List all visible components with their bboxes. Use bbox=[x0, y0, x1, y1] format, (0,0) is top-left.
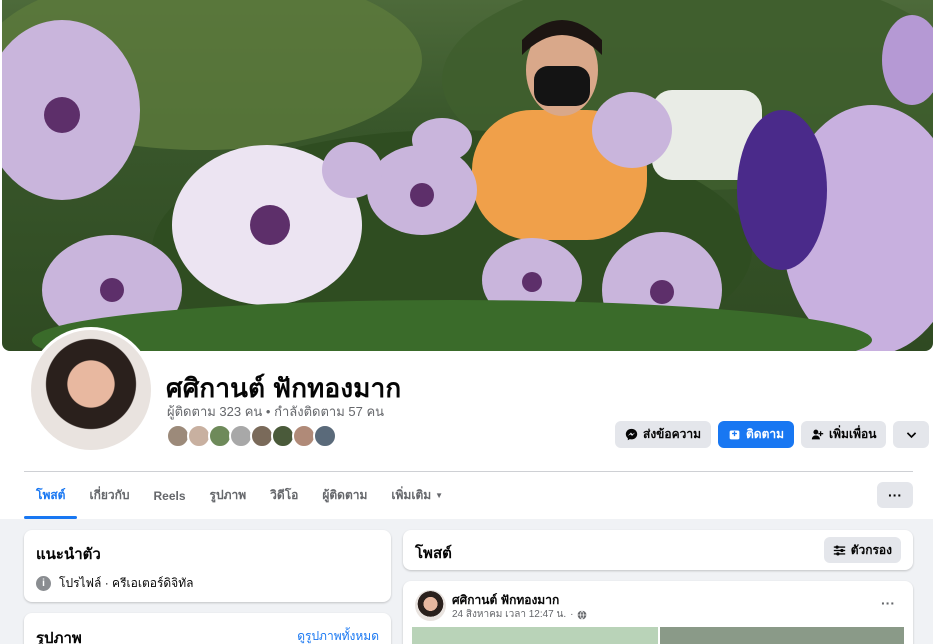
ellipsis-icon: ··· bbox=[888, 487, 902, 503]
profile-actions: ส่งข้อความ ติดตาม เพิ่มเพื่อน bbox=[615, 421, 930, 448]
friend-avatars bbox=[166, 424, 337, 448]
tab-about[interactable]: เกี่ยวกับ bbox=[77, 473, 141, 518]
intro-title: แนะนำตัว bbox=[36, 546, 101, 563]
profile-tabs: โพสต์ เกี่ยวกับ Reels รูปภาพ วิดีโอ ผู้ต… bbox=[24, 473, 455, 519]
tab-reels[interactable]: Reels bbox=[142, 473, 198, 518]
header-divider bbox=[24, 471, 913, 472]
tab-label: วิดีโอ bbox=[270, 488, 299, 502]
post-card: ศศิกานต์ ฟักทองมาก 24 สิงหาคม เวลา 12:47… bbox=[403, 581, 913, 644]
tab-followers[interactable]: ผู้ติดตาม bbox=[310, 473, 379, 518]
chevron-down-icon bbox=[906, 432, 917, 439]
post-image-right[interactable] bbox=[660, 627, 904, 644]
posts-header-card: โพสต์ ตัวกรอง bbox=[403, 530, 913, 570]
tab-photos[interactable]: รูปภาพ bbox=[198, 473, 259, 518]
add-friend-icon bbox=[811, 429, 824, 440]
intro-card: แนะนำตัว i โปรไฟล์ · ครีเอเตอร์ดิจิทัล bbox=[24, 530, 391, 602]
message-button[interactable]: ส่งข้อความ bbox=[615, 421, 712, 448]
filter-icon bbox=[833, 544, 845, 556]
intro-info-row: i โปรไฟล์ · ครีเอเตอร์ดิจิทัล bbox=[36, 574, 193, 593]
post-author-avatar[interactable] bbox=[415, 590, 446, 621]
tab-posts[interactable]: โพสต์ bbox=[24, 473, 78, 519]
tab-videos[interactable]: วิดีโอ bbox=[258, 473, 310, 518]
avatar-image bbox=[31, 330, 151, 450]
friend-avatar[interactable] bbox=[313, 424, 337, 448]
tab-label: เกี่ยวกับ bbox=[89, 488, 130, 502]
post-image-left[interactable] bbox=[412, 627, 658, 644]
follow-label: ติดตาม bbox=[746, 427, 785, 441]
tab-label: เพิ่มเติม bbox=[391, 488, 432, 502]
cover-photo[interactable] bbox=[2, 0, 933, 351]
tab-label: โพสต์ bbox=[36, 488, 66, 502]
follow-icon bbox=[729, 430, 740, 440]
post-meta: 24 สิงหาคม เวลา 12:47 น. · bbox=[452, 607, 587, 622]
photos-title: รูปภาพ bbox=[36, 630, 82, 644]
tab-label: รูปภาพ bbox=[209, 488, 247, 502]
profile-header: ศศิกานต์ ฟักทองมาก ผู้ติดตาม 323 คน • กำ… bbox=[0, 0, 933, 519]
filter-label: ตัวกรอง bbox=[850, 542, 892, 557]
tab-label: ผู้ติดตาม bbox=[322, 488, 368, 502]
caret-down-icon: ▼ bbox=[435, 491, 444, 500]
filter-button[interactable]: ตัวกรอง bbox=[823, 537, 901, 563]
tab-label: Reels bbox=[153, 488, 186, 503]
tabs-more-options-button[interactable]: ··· bbox=[877, 482, 913, 508]
add-friend-button[interactable]: เพิ่มเพื่อน bbox=[801, 421, 887, 448]
intro-info-text: โปรไฟล์ · ครีเอเตอร์ดิจิทัล bbox=[59, 576, 194, 590]
post-timestamp[interactable]: 24 สิงหาคม เวลา 12:47 น. bbox=[452, 607, 566, 622]
add-friend-label: เพิ่มเพื่อน bbox=[829, 427, 877, 441]
follow-button[interactable]: ติดตาม bbox=[718, 421, 795, 448]
see-all-photos-link[interactable]: ดูรูปภาพทั้งหมด bbox=[297, 627, 379, 644]
info-icon: i bbox=[36, 576, 51, 591]
profile-avatar[interactable] bbox=[28, 327, 154, 453]
messenger-icon bbox=[625, 428, 638, 441]
post-options-button[interactable]: ··· bbox=[881, 595, 895, 611]
tab-more[interactable]: เพิ่มเติม ▼ bbox=[379, 473, 455, 518]
globe-icon bbox=[578, 609, 587, 620]
message-label: ส่งข้อความ bbox=[643, 427, 702, 441]
more-actions-button[interactable] bbox=[893, 421, 930, 448]
separator: · bbox=[570, 609, 574, 620]
cover-illustration bbox=[2, 0, 933, 351]
photos-card: รูปภาพ ดูรูปภาพทั้งหมด bbox=[24, 613, 391, 644]
posts-title: โพสต์ bbox=[415, 545, 452, 562]
follower-count[interactable]: ผู้ติดตาม 323 คน • กำลังติดตาม 57 คน bbox=[167, 401, 384, 422]
